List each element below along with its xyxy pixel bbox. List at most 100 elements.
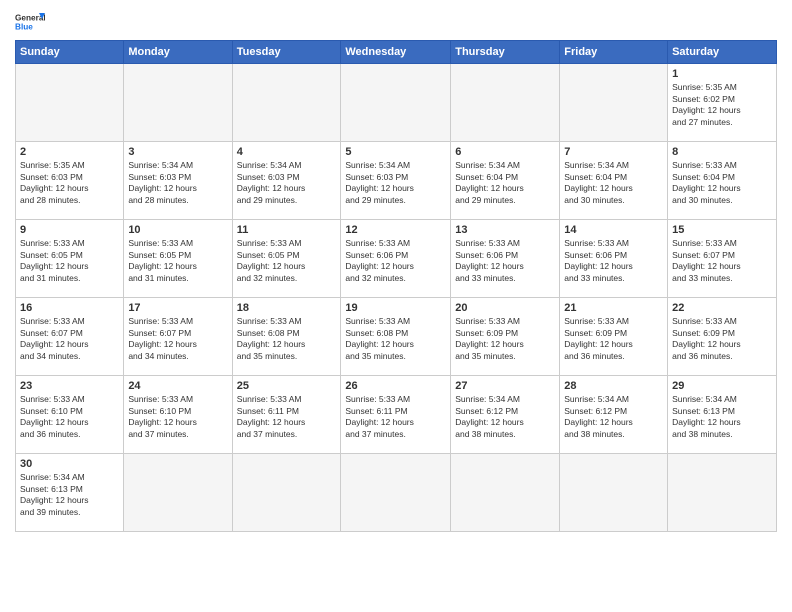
logo: General Blue [15,10,45,34]
day-info: Sunrise: 5:33 AM Sunset: 6:05 PM Dayligh… [237,238,337,284]
day-number: 25 [237,379,337,393]
day-info: Sunrise: 5:33 AM Sunset: 6:09 PM Dayligh… [672,316,772,362]
weekday-header-sunday: Sunday [16,41,124,64]
day-number: 21 [564,301,663,315]
day-cell [451,454,560,532]
day-number: 15 [672,223,772,237]
day-info: Sunrise: 5:33 AM Sunset: 6:09 PM Dayligh… [455,316,555,362]
day-info: Sunrise: 5:33 AM Sunset: 6:07 PM Dayligh… [128,316,227,362]
day-info: Sunrise: 5:33 AM Sunset: 6:04 PM Dayligh… [672,160,772,206]
day-number: 13 [455,223,555,237]
day-number: 5 [345,145,446,159]
week-row-5: 30Sunrise: 5:34 AM Sunset: 6:13 PM Dayli… [16,454,777,532]
day-cell: 13Sunrise: 5:33 AM Sunset: 6:06 PM Dayli… [451,220,560,298]
day-info: Sunrise: 5:33 AM Sunset: 6:08 PM Dayligh… [237,316,337,362]
day-info: Sunrise: 5:33 AM Sunset: 6:07 PM Dayligh… [20,316,119,362]
day-cell: 8Sunrise: 5:33 AM Sunset: 6:04 PM Daylig… [668,142,777,220]
logo-icon: General Blue [15,10,45,34]
day-cell: 24Sunrise: 5:33 AM Sunset: 6:10 PM Dayli… [124,376,232,454]
day-cell [668,454,777,532]
day-number: 26 [345,379,446,393]
day-cell: 22Sunrise: 5:33 AM Sunset: 6:09 PM Dayli… [668,298,777,376]
day-cell: 28Sunrise: 5:34 AM Sunset: 6:12 PM Dayli… [560,376,668,454]
day-info: Sunrise: 5:33 AM Sunset: 6:07 PM Dayligh… [672,238,772,284]
day-cell [341,64,451,142]
day-info: Sunrise: 5:34 AM Sunset: 6:13 PM Dayligh… [672,394,772,440]
page: General Blue SundayMondayTuesdayWednesda… [0,0,792,542]
day-number: 18 [237,301,337,315]
day-cell: 29Sunrise: 5:34 AM Sunset: 6:13 PM Dayli… [668,376,777,454]
day-cell: 19Sunrise: 5:33 AM Sunset: 6:08 PM Dayli… [341,298,451,376]
day-info: Sunrise: 5:34 AM Sunset: 6:04 PM Dayligh… [455,160,555,206]
day-cell: 14Sunrise: 5:33 AM Sunset: 6:06 PM Dayli… [560,220,668,298]
day-cell [451,64,560,142]
day-info: Sunrise: 5:34 AM Sunset: 6:12 PM Dayligh… [564,394,663,440]
day-cell: 12Sunrise: 5:33 AM Sunset: 6:06 PM Dayli… [341,220,451,298]
day-info: Sunrise: 5:33 AM Sunset: 6:10 PM Dayligh… [128,394,227,440]
day-number: 30 [20,457,119,471]
weekday-header-wednesday: Wednesday [341,41,451,64]
day-cell [232,454,341,532]
day-number: 24 [128,379,227,393]
day-info: Sunrise: 5:33 AM Sunset: 6:10 PM Dayligh… [20,394,119,440]
day-cell [560,64,668,142]
day-info: Sunrise: 5:33 AM Sunset: 6:06 PM Dayligh… [455,238,555,284]
day-info: Sunrise: 5:34 AM Sunset: 6:12 PM Dayligh… [455,394,555,440]
day-number: 1 [672,67,772,81]
day-info: Sunrise: 5:34 AM Sunset: 6:03 PM Dayligh… [237,160,337,206]
day-cell [16,64,124,142]
week-row-3: 16Sunrise: 5:33 AM Sunset: 6:07 PM Dayli… [16,298,777,376]
day-number: 14 [564,223,663,237]
weekday-header-thursday: Thursday [451,41,560,64]
day-cell: 1Sunrise: 5:35 AM Sunset: 6:02 PM Daylig… [668,64,777,142]
week-row-0: 1Sunrise: 5:35 AM Sunset: 6:02 PM Daylig… [16,64,777,142]
weekday-header-monday: Monday [124,41,232,64]
day-cell: 11Sunrise: 5:33 AM Sunset: 6:05 PM Dayli… [232,220,341,298]
day-number: 17 [128,301,227,315]
day-cell: 21Sunrise: 5:33 AM Sunset: 6:09 PM Dayli… [560,298,668,376]
day-info: Sunrise: 5:33 AM Sunset: 6:11 PM Dayligh… [237,394,337,440]
day-cell: 18Sunrise: 5:33 AM Sunset: 6:08 PM Dayli… [232,298,341,376]
day-number: 20 [455,301,555,315]
day-number: 10 [128,223,227,237]
day-number: 7 [564,145,663,159]
day-cell: 23Sunrise: 5:33 AM Sunset: 6:10 PM Dayli… [16,376,124,454]
header-area: General Blue [15,10,777,34]
day-cell [232,64,341,142]
day-cell: 15Sunrise: 5:33 AM Sunset: 6:07 PM Dayli… [668,220,777,298]
weekday-header-tuesday: Tuesday [232,41,341,64]
day-info: Sunrise: 5:33 AM Sunset: 6:06 PM Dayligh… [345,238,446,284]
day-number: 27 [455,379,555,393]
day-cell: 9Sunrise: 5:33 AM Sunset: 6:05 PM Daylig… [16,220,124,298]
day-number: 23 [20,379,119,393]
day-info: Sunrise: 5:33 AM Sunset: 6:08 PM Dayligh… [345,316,446,362]
day-number: 6 [455,145,555,159]
day-cell [124,454,232,532]
day-info: Sunrise: 5:33 AM Sunset: 6:11 PM Dayligh… [345,394,446,440]
day-info: Sunrise: 5:33 AM Sunset: 6:05 PM Dayligh… [20,238,119,284]
day-number: 16 [20,301,119,315]
day-number: 9 [20,223,119,237]
day-cell: 4Sunrise: 5:34 AM Sunset: 6:03 PM Daylig… [232,142,341,220]
day-cell [341,454,451,532]
day-cell: 6Sunrise: 5:34 AM Sunset: 6:04 PM Daylig… [451,142,560,220]
day-number: 11 [237,223,337,237]
day-cell: 25Sunrise: 5:33 AM Sunset: 6:11 PM Dayli… [232,376,341,454]
day-cell: 20Sunrise: 5:33 AM Sunset: 6:09 PM Dayli… [451,298,560,376]
day-cell: 16Sunrise: 5:33 AM Sunset: 6:07 PM Dayli… [16,298,124,376]
day-cell: 10Sunrise: 5:33 AM Sunset: 6:05 PM Dayli… [124,220,232,298]
weekday-header-saturday: Saturday [668,41,777,64]
week-row-4: 23Sunrise: 5:33 AM Sunset: 6:10 PM Dayli… [16,376,777,454]
day-cell: 3Sunrise: 5:34 AM Sunset: 6:03 PM Daylig… [124,142,232,220]
day-cell: 5Sunrise: 5:34 AM Sunset: 6:03 PM Daylig… [341,142,451,220]
day-cell: 26Sunrise: 5:33 AM Sunset: 6:11 PM Dayli… [341,376,451,454]
day-number: 2 [20,145,119,159]
day-number: 12 [345,223,446,237]
day-info: Sunrise: 5:34 AM Sunset: 6:03 PM Dayligh… [345,160,446,206]
day-cell: 7Sunrise: 5:34 AM Sunset: 6:04 PM Daylig… [560,142,668,220]
day-number: 4 [237,145,337,159]
day-cell [124,64,232,142]
day-cell: 27Sunrise: 5:34 AM Sunset: 6:12 PM Dayli… [451,376,560,454]
day-number: 29 [672,379,772,393]
week-row-2: 9Sunrise: 5:33 AM Sunset: 6:05 PM Daylig… [16,220,777,298]
